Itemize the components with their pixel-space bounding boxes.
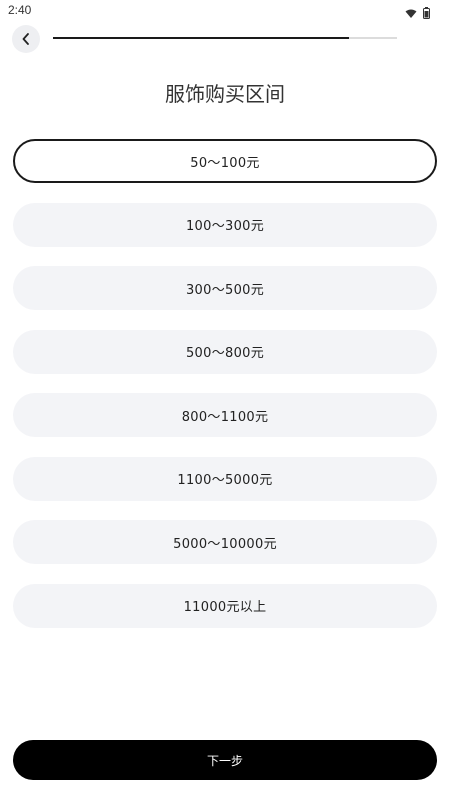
option-label: 5000～10000元 bbox=[173, 536, 277, 552]
battery-icon bbox=[423, 4, 430, 23]
status-time: 2:40 bbox=[8, 3, 32, 17]
option-500-800[interactable]: 500～800元 bbox=[13, 329, 437, 374]
screen: 2:40 服饰购买区间 50～100元 100～300元 300～500元 50… bbox=[0, 0, 450, 800]
next-button[interactable]: 下一步 bbox=[13, 740, 437, 780]
option-800-1100[interactable]: 800～1100元 bbox=[13, 393, 437, 437]
option-label: 500～800元 bbox=[185, 346, 265, 361]
next-button-label: 下一步 bbox=[206, 753, 243, 768]
option-label: 11000元以上 bbox=[183, 600, 267, 615]
option-50-100[interactable]: 50～100元 bbox=[13, 139, 437, 183]
progress-bar bbox=[53, 37, 397, 39]
option-100-300[interactable]: 100～300元 bbox=[13, 202, 437, 247]
chevron-left-icon bbox=[21, 30, 31, 49]
option-11000-plus[interactable]: 11000元以上 bbox=[13, 583, 437, 628]
option-label: 800～1100元 bbox=[181, 409, 269, 425]
progress-fill bbox=[53, 37, 349, 39]
option-5000-10000[interactable]: 5000～10000元 bbox=[13, 520, 437, 564]
option-label: 300～500元 bbox=[185, 282, 265, 298]
option-300-500[interactable]: 300～500元 bbox=[13, 266, 437, 310]
option-1100-5000[interactable]: 1100～5000元 bbox=[13, 456, 437, 501]
wifi-icon bbox=[405, 4, 417, 23]
status-icons bbox=[405, 4, 430, 23]
option-label: 100～300元 bbox=[185, 219, 265, 234]
status-bar: 2:40 bbox=[0, 0, 450, 22]
option-label: 1100～5000元 bbox=[177, 473, 273, 488]
option-label: 50～100元 bbox=[190, 155, 260, 171]
price-range-options: 50～100元 100～300元 300～500元 500～800元 800～1… bbox=[13, 139, 437, 647]
page-title: 服饰购买区间 bbox=[165, 82, 285, 106]
back-button[interactable] bbox=[12, 25, 40, 53]
